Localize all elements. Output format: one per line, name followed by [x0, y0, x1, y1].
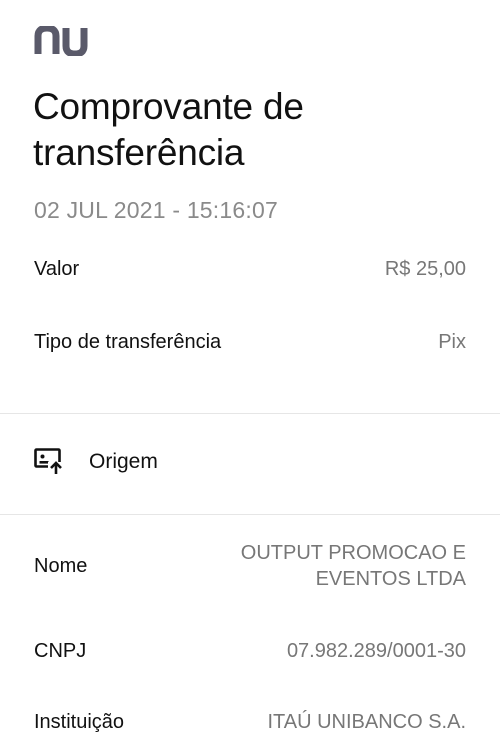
transfer-datetime: 02 JUL 2021 - 15:16:07 — [34, 197, 278, 223]
nome-label: Nome — [34, 554, 88, 577]
divider — [0, 413, 500, 414]
nome-value-line-2: EVENTOS LTDA — [315, 568, 466, 590]
screen-upload-icon — [34, 448, 64, 475]
nome-value: OUTPUT PROMOCAO E EVENTOS LTDA — [241, 540, 466, 592]
tipo-value: Pix — [438, 331, 466, 353]
tipo-label: Tipo de transferência — [34, 331, 222, 353]
valor-value: R$ 25,00 — [384, 258, 466, 280]
valor-label: Valor — [34, 258, 80, 280]
nome-value-line-1: OUTPUT PROMOCAO E — [240, 542, 466, 564]
tipo-row: Tipo de transferência Pix — [34, 331, 466, 354]
page-title: Comprovante de transferência — [33, 86, 304, 173]
valor-row: Valor R$ 25,00 — [34, 258, 466, 281]
nome-row: Nome OUTPUT PROMOCAO E EVENTOS LTDA — [34, 540, 466, 592]
cnpj-label: CNPJ — [34, 640, 87, 662]
cnpj-value: 07.982.289/0001-30 — [286, 640, 466, 662]
cnpj-row: CNPJ 07.982.289/0001-30 — [34, 640, 466, 663]
instituicao-value: ITAÚ UNIBANCO S.A. — [267, 711, 466, 733]
divider — [0, 514, 500, 515]
instituicao-label: Instituição — [34, 711, 125, 733]
nu-logo: nu — [34, 26, 88, 56]
origem-title: Origem — [89, 450, 158, 473]
instituicao-row: Instituição ITAÚ UNIBANCO S.A. — [34, 711, 466, 734]
origem-section-header: Origem — [34, 448, 158, 476]
